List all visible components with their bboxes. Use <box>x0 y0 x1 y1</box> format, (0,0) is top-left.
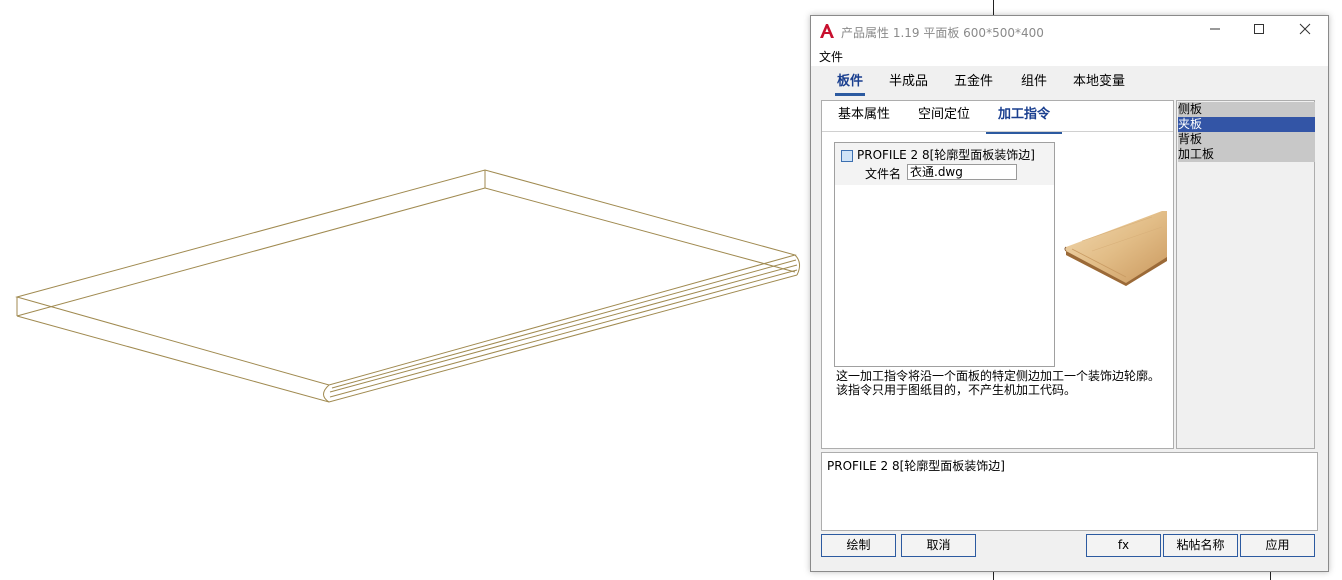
minimize-icon <box>1210 28 1220 30</box>
menu-file[interactable]: 文件 <box>819 48 843 65</box>
title-bar[interactable]: 产品属性 1.19 平面板 600*500*400 <box>811 16 1328 46</box>
maximize-button[interactable] <box>1236 16 1282 46</box>
product-properties-dialog: 产品属性 1.19 平面板 600*500*400 文件 板件 半成品 五金件 … <box>810 15 1329 572</box>
draw-button[interactable]: 绘制 <box>821 534 896 557</box>
autocad-logo-icon <box>820 24 834 38</box>
window-title: 产品属性 1.19 平面板 600*500*400 <box>841 26 1044 40</box>
subtab-spatial-position[interactable]: 空间定位 <box>918 105 970 131</box>
apply-button[interactable]: 应用 <box>1240 534 1315 557</box>
profile-preview-image <box>1064 211 1167 286</box>
tab-panel[interactable]: 板件 <box>835 72 866 96</box>
cancel-button[interactable]: 取消 <box>901 534 976 557</box>
instruction-title: PROFILE 2 8[轮廓型面板装饰边] <box>857 148 1035 162</box>
instruction-item[interactable]: PROFILE 2 8[轮廓型面板装饰边] 文件名 衣通.dwg <box>835 143 1054 185</box>
list-item-machined-panel[interactable]: 加工板 <box>1178 147 1315 162</box>
tab-hardware[interactable]: 五金件 <box>952 72 995 96</box>
tab-local-variables[interactable]: 本地变量 <box>1071 72 1127 96</box>
instruction-list[interactable]: PROFILE 2 8[轮廓型面板装饰边] 文件名 衣通.dwg <box>834 142 1055 367</box>
filename-label: 文件名 <box>865 167 902 181</box>
description-line-1: 这一加工指令将沿一个面板的特定侧边加工一个装饰边轮廓。 <box>836 369 1161 383</box>
close-icon <box>1299 23 1311 35</box>
minimize-button[interactable] <box>1192 16 1238 46</box>
menu-bar: 文件 <box>811 46 1328 66</box>
maximize-icon <box>1254 24 1264 34</box>
list-item-back-panel[interactable]: 背板 <box>1178 132 1315 147</box>
panel-wireframe <box>15 169 801 403</box>
instruction-checkbox[interactable] <box>841 150 853 162</box>
ucs-line-bottom <box>993 572 994 580</box>
paste-name-button[interactable]: 粘帖名称 <box>1163 534 1238 557</box>
filename-input[interactable]: 衣通.dwg <box>907 164 1017 180</box>
selected-instruction-box[interactable]: PROFILE 2 8[轮廓型面板装饰边] <box>821 452 1318 531</box>
ucs-line-top <box>993 0 994 15</box>
description-line-2: 该指令只用于图纸目的，不产生机加工代码。 <box>836 383 1077 397</box>
subtab-machining-instructions[interactable]: 加工指令 <box>986 105 1063 134</box>
subtab-basic-properties[interactable]: 基本属性 <box>838 105 890 131</box>
list-item-plywood[interactable]: 夹板 <box>1178 117 1315 132</box>
fx-button[interactable]: fx <box>1086 534 1161 557</box>
selected-instruction-text: PROFILE 2 8[轮廓型面板装饰边] <box>827 459 1005 473</box>
close-button[interactable] <box>1282 16 1328 46</box>
tab-semi-finished[interactable]: 半成品 <box>887 72 930 96</box>
list-item-side-panel[interactable]: 侧板 <box>1178 102 1315 117</box>
instruction-description: 这一加工指令将沿一个面板的特定侧边加工一个装饰边轮廓。 该指令只用于图纸目的，不… <box>836 369 1171 397</box>
properties-panel: 基本属性 空间定位 加工指令 PROFILE 2 8[轮廓型面板装饰边] 文件名… <box>821 100 1174 449</box>
subtab-divider <box>822 131 1173 132</box>
panel-type-list[interactable]: 侧板 夹板 背板 加工板 <box>1176 100 1315 449</box>
tab-component[interactable]: 组件 <box>1019 72 1049 96</box>
